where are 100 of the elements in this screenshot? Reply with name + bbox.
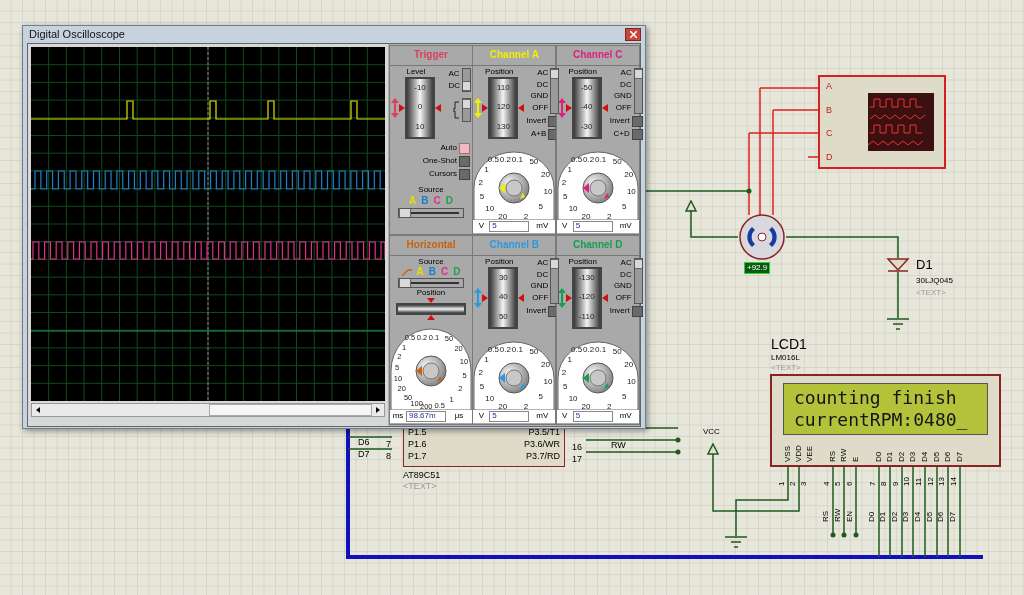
pin-number: 2 bbox=[789, 481, 797, 486]
knob-scale-label: 20 bbox=[581, 212, 591, 221]
value-field[interactable]: 5 bbox=[572, 410, 613, 422]
knob-scale-label: 0.5 bbox=[571, 155, 583, 164]
knob-scale-label: 0.1 bbox=[595, 345, 607, 354]
pin-number: 14 bbox=[950, 477, 958, 486]
pin-name: P3.5/T1 bbox=[527, 428, 560, 437]
knob-scale-label: 5 bbox=[621, 392, 627, 401]
knob-scale-label: 0.1 bbox=[511, 155, 523, 164]
position-label: Position bbox=[568, 257, 597, 266]
pin-number: 8 bbox=[880, 481, 888, 486]
toggle-button[interactable]: Cursors bbox=[429, 168, 470, 180]
dial-scale-label: -120 bbox=[578, 293, 595, 302]
position-label: Position bbox=[485, 257, 514, 266]
coupling-label: AC bbox=[537, 259, 549, 268]
value-field[interactable]: 98.67m bbox=[406, 410, 446, 422]
net-label: D0 bbox=[868, 511, 876, 522]
coupling-label: DC bbox=[536, 270, 549, 279]
knob-scale-label: 5 bbox=[621, 202, 627, 211]
dial-scale-label: 30 bbox=[498, 274, 508, 283]
pin-name: VSS bbox=[784, 446, 792, 462]
dial-scale-label: -110 bbox=[578, 312, 595, 321]
value-field[interactable]: 5 bbox=[489, 220, 530, 232]
position-dial[interactable]: 110 120 130 bbox=[488, 76, 519, 139]
knob-scale-label: 5 bbox=[538, 392, 544, 401]
knob-scale-label: 10 bbox=[543, 377, 553, 386]
knob-scale-label: 5 bbox=[479, 382, 485, 391]
dial-scale-label: -130 bbox=[578, 274, 595, 283]
toggle-button[interactable]: Invert bbox=[609, 115, 643, 127]
unit-label: mV bbox=[535, 220, 550, 232]
pin-name: RW bbox=[840, 448, 848, 462]
net-label: EN bbox=[846, 510, 854, 522]
panel-title: Channel D bbox=[572, 240, 623, 250]
dial-scale-label: -10 bbox=[414, 84, 426, 93]
knob-scale-label: 2 bbox=[561, 178, 567, 187]
pin-name: VEE bbox=[806, 446, 814, 462]
coupling-label: GND bbox=[530, 92, 549, 101]
toggle-button[interactable]: Invert bbox=[609, 305, 643, 317]
position-label: Position bbox=[416, 288, 446, 297]
position-dial[interactable]: -130 -120 -110 bbox=[571, 266, 602, 329]
pin-name: P1.6 bbox=[408, 440, 427, 449]
knob-scale-label: 50 bbox=[612, 158, 622, 167]
panel-title: Horizontal bbox=[406, 240, 456, 250]
unit-label: V bbox=[561, 410, 569, 422]
pin-label: D bbox=[826, 152, 834, 162]
lcd-text: counting finish bbox=[794, 387, 958, 409]
coupling-label: DC bbox=[620, 270, 632, 279]
toggle-button[interactable]: Auto bbox=[440, 142, 470, 154]
knob-scale-label: 50 bbox=[612, 348, 622, 357]
coupling-label: AC bbox=[448, 69, 460, 78]
dial-scale-label: 110 bbox=[496, 84, 510, 93]
net-label: D7 bbox=[358, 450, 370, 459]
knob-scale-label: 2 bbox=[478, 368, 483, 377]
pin-label: A bbox=[826, 82, 833, 91]
window-title: Digital Oscilloscope bbox=[29, 27, 125, 42]
pin-number: 9 bbox=[892, 481, 900, 486]
pin-number: 7 bbox=[386, 440, 391, 449]
position-dial[interactable]: -50 -40 -30 bbox=[571, 76, 602, 139]
pin-number: 16 bbox=[572, 443, 582, 452]
pin-name: D6 bbox=[944, 451, 952, 462]
position-label: Position bbox=[568, 67, 597, 76]
net-label: RW bbox=[611, 441, 626, 450]
power-label: VCC bbox=[703, 428, 720, 436]
pin-name: P1.7 bbox=[408, 452, 427, 461]
toggle-button[interactable]: C+D bbox=[613, 128, 643, 140]
coupling-label: GND bbox=[613, 92, 632, 101]
knob-scale-label: 2 bbox=[607, 212, 612, 221]
pin-number: 7 bbox=[869, 481, 877, 486]
position-dial[interactable]: 30 40 50 bbox=[488, 266, 519, 329]
dial-scale-label: 50 bbox=[498, 312, 508, 321]
dial-scale-label: 40 bbox=[498, 293, 508, 302]
dial-scale-label: -40 bbox=[580, 103, 593, 112]
coupling-label: OFF bbox=[615, 293, 632, 302]
knob-scale-label: 10 bbox=[543, 187, 553, 196]
panel-title: Channel C bbox=[572, 50, 623, 60]
pin-number: 17 bbox=[572, 455, 582, 464]
pin-label: B bbox=[826, 105, 833, 115]
knob-scale-label: 10 bbox=[568, 204, 578, 213]
pin-name: VDD bbox=[795, 445, 803, 462]
coupling-label: OFF bbox=[532, 293, 549, 302]
unit-label: V bbox=[477, 410, 485, 422]
value-field[interactable]: 5 bbox=[489, 410, 530, 422]
dial-scale-label: 130 bbox=[496, 122, 510, 131]
unit-label: ms bbox=[392, 410, 404, 422]
unit-label: V bbox=[477, 220, 485, 232]
lcd-text: currentRPM:0480_ bbox=[794, 409, 969, 431]
knob-scale-label: 0.5 bbox=[487, 155, 499, 164]
coupling-label: DC bbox=[448, 81, 460, 90]
coupling-label: GND bbox=[530, 282, 549, 291]
position-dial[interactable]: -10 0 10 bbox=[405, 76, 435, 139]
toggle-button[interactable]: One-Shot bbox=[422, 155, 470, 167]
coupling-label: OFF bbox=[615, 103, 632, 112]
knob-scale-label: 0.2 bbox=[499, 345, 511, 354]
pin-number: 13 bbox=[938, 477, 946, 486]
unit-label: V bbox=[561, 220, 569, 232]
unit-label: mV bbox=[535, 410, 550, 422]
value-field[interactable]: 5 bbox=[572, 220, 613, 232]
component-text: <TEXT> bbox=[771, 364, 801, 372]
pin-number: 1 bbox=[778, 481, 786, 486]
knob-scale-label: 0.2 bbox=[583, 345, 595, 354]
